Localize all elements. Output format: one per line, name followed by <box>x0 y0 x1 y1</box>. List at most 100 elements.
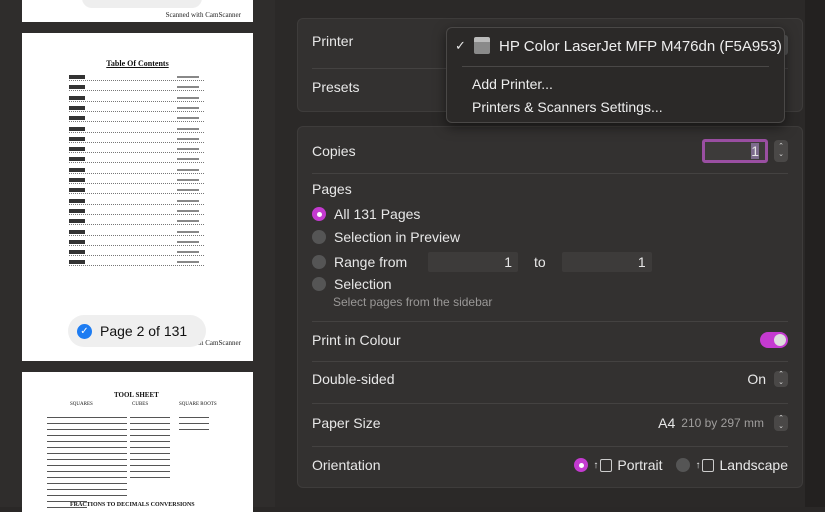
double-sided-popup[interactable]: On ⌃ ⌄ <box>747 371 788 387</box>
heading: SQUARES <box>70 402 93 407</box>
table-line <box>47 429 87 433</box>
copies-label: Copies <box>312 143 356 159</box>
pages-option-all[interactable]: All 131 Pages <box>312 206 788 222</box>
double-sided-value: On <box>747 371 766 387</box>
table-line <box>130 465 170 469</box>
checkmark-icon: ✓ <box>455 38 466 53</box>
radio-selection-preview[interactable] <box>312 230 326 244</box>
range-to-input[interactable]: 1 <box>561 252 652 272</box>
pages-option-range[interactable]: Range from 1 to 1 <box>312 252 788 272</box>
table-line <box>47 495 87 499</box>
toc-entry <box>69 95 204 103</box>
pages-label: Pages <box>312 181 352 197</box>
table-line <box>47 489 87 493</box>
page-thumbnail-3[interactable]: TOOL SHEET SQUARES CUBES SQUARE ROOTS FR… <box>22 372 253 512</box>
copies-stepper[interactable]: ⌃ ⌄ <box>774 140 788 162</box>
table-line <box>87 459 127 463</box>
radio-all-pages[interactable] <box>312 207 326 221</box>
heading: CUBES <box>132 402 149 407</box>
portrait-label: Portrait <box>617 457 663 473</box>
pages-option-selection[interactable]: Selection <box>312 276 788 292</box>
toc-entry <box>69 188 204 195</box>
printer-dropdown-menu: ✓ HP Color LaserJet MFP M476dn (F5A953) … <box>446 27 785 123</box>
toc-entry <box>69 85 204 92</box>
toc-entry <box>69 239 204 247</box>
printer-icon <box>474 37 490 54</box>
toc-entry <box>69 229 204 237</box>
table-line <box>130 417 170 421</box>
table-line <box>130 471 170 475</box>
table-line <box>87 435 127 439</box>
menu-item-printers-scanners-settings[interactable]: Printers & Scanners Settings... <box>472 99 663 115</box>
table-line <box>87 429 127 433</box>
updown-chevron-icon: ⌃ ⌄ <box>774 415 788 431</box>
toc-entry <box>69 167 204 175</box>
radio-portrait[interactable] <box>574 458 589 472</box>
table-line <box>130 441 170 445</box>
printer-label: Printer <box>312 33 354 49</box>
radio-range[interactable] <box>312 255 326 269</box>
table-line <box>47 477 87 481</box>
table-line <box>130 453 170 457</box>
table-line <box>87 441 127 445</box>
option-label: Range from <box>334 254 408 270</box>
table-line <box>130 429 170 433</box>
selection-hint: Select pages from the sidebar <box>333 295 493 309</box>
table-line <box>87 453 127 457</box>
table-line <box>47 417 87 421</box>
section-heading: FRACTIONS TO DECIMALS CONVERSIONS <box>70 502 195 508</box>
range-from-input[interactable]: 1 <box>428 252 518 272</box>
toc-entry <box>69 157 204 164</box>
radio-landscape[interactable] <box>676 458 691 472</box>
page-thumbnail-2[interactable]: Table Of Contents Scanned with CamScanne… <box>22 33 253 361</box>
presets-label: Presets <box>312 79 360 95</box>
table-line <box>87 417 127 421</box>
table-line <box>130 447 170 451</box>
toc-entry <box>69 260 204 267</box>
updown-chevron-icon: ⌃ ⌄ <box>774 371 788 387</box>
table-line <box>87 477 127 481</box>
option-label: All 131 Pages <box>334 206 421 222</box>
table-line <box>130 459 170 463</box>
pages-option-preview[interactable]: Selection in Preview <box>312 229 788 245</box>
table-line <box>47 447 87 451</box>
selected-page-badge: ✓ Page 2 of 131 <box>68 315 206 347</box>
toc-entry <box>69 198 204 206</box>
page-thumbnail-1[interactable]: Scanned with CamScanner <box>22 0 253 22</box>
toc-entry <box>69 147 204 154</box>
portrait-icon <box>600 458 613 472</box>
table-line <box>87 423 127 427</box>
window-edge <box>805 0 825 507</box>
page-thumbnail-sidebar[interactable]: Scanned with CamScanner Table Of Content… <box>0 0 275 512</box>
table-line <box>47 465 87 469</box>
table-line <box>47 453 87 457</box>
print-in-colour-toggle[interactable] <box>760 332 788 348</box>
toc-title: Table Of Contents <box>106 59 169 68</box>
copies-input[interactable]: 1 <box>702 139 768 163</box>
option-label: Selection in Preview <box>334 229 461 245</box>
colour-label: Print in Colour <box>312 332 401 348</box>
table-line <box>130 435 170 439</box>
table-line <box>179 429 209 433</box>
table-line <box>179 417 209 421</box>
toc-entry <box>69 136 204 144</box>
option-label: Selection <box>334 276 392 292</box>
radio-selection[interactable] <box>312 277 326 291</box>
table-line <box>130 423 170 427</box>
table-line <box>47 471 87 475</box>
toc-entry <box>69 178 204 185</box>
menu-item-add-printer[interactable]: Add Printer... <box>472 76 553 92</box>
page-count-label: Page 2 of 131 <box>100 323 188 339</box>
paper-dimensions: 210 by 297 mm <box>681 416 764 430</box>
orientation-label: Orientation <box>312 457 381 473</box>
toc-entry <box>69 75 204 82</box>
table-line <box>87 483 127 487</box>
paper-size-popup[interactable]: A4 210 by 297 mm ⌃ ⌄ <box>658 415 788 431</box>
toc-entry <box>69 208 204 216</box>
menu-item-selected-printer[interactable]: HP Color LaserJet MFP M476dn (F5A953) <box>499 38 782 55</box>
copies-value: 1 <box>751 143 759 159</box>
print-options-group: Copies 1 ⌃ ⌄ Pages All 131 Pages Selectio… <box>297 126 803 488</box>
paper-size-value: A4 <box>658 415 676 431</box>
toc-entry <box>69 105 204 113</box>
toc-entry <box>69 219 204 226</box>
